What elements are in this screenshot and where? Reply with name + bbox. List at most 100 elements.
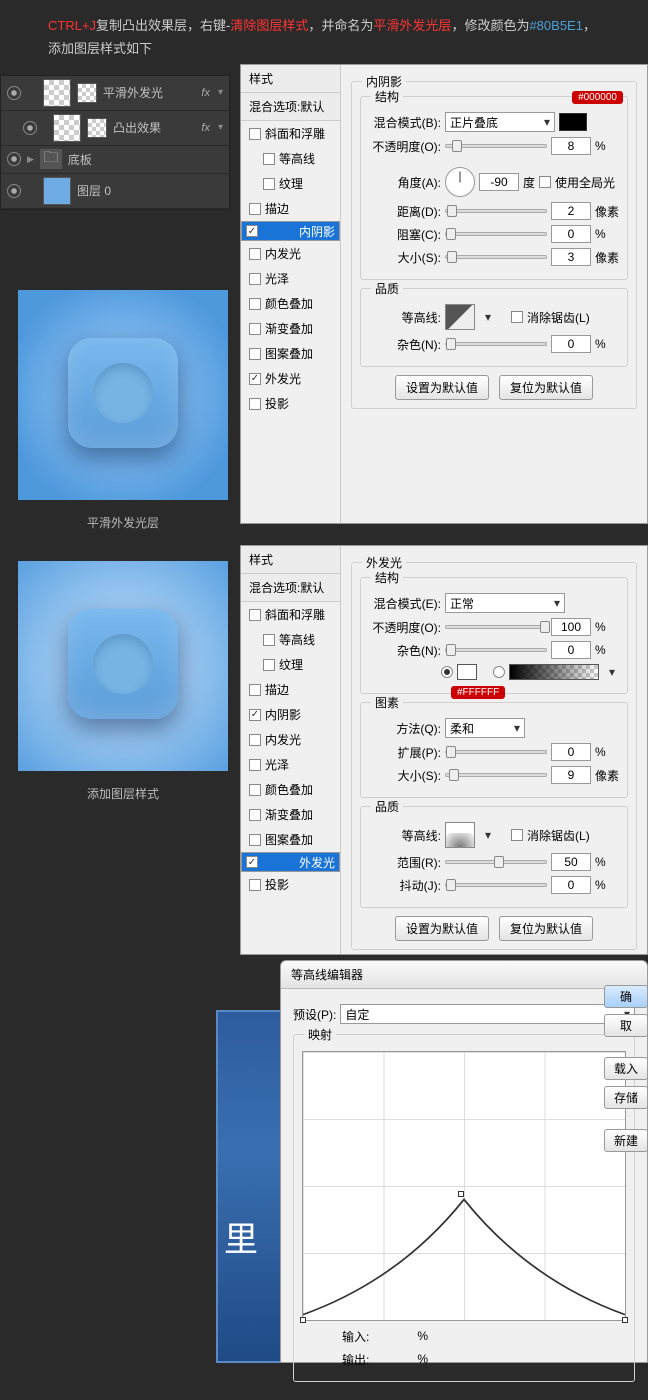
style-item-bevel[interactable]: 斜面和浮雕 (241, 121, 340, 146)
gradient-radio[interactable] (493, 666, 505, 678)
style-item-drop-shadow[interactable]: 投影 (241, 391, 340, 416)
style-item-texture[interactable]: 纹理 (241, 652, 340, 677)
choke-slider[interactable] (445, 232, 547, 236)
load-button[interactable]: 载入 (604, 1057, 648, 1080)
opacity-slider[interactable] (445, 144, 547, 148)
style-item-gradient-overlay[interactable]: 渐变叠加 (241, 316, 340, 341)
layer-row[interactable]: ▶ 底板 (1, 146, 229, 174)
style-item-stroke[interactable]: 描边 (241, 677, 340, 702)
checkbox[interactable] (249, 373, 261, 385)
make-default-button[interactable]: 设置为默认值 (395, 916, 489, 941)
angle-input[interactable]: -90 (479, 173, 519, 191)
style-item-satin[interactable]: 光泽 (241, 752, 340, 777)
checkbox[interactable] (249, 323, 261, 335)
checkbox[interactable] (249, 203, 261, 215)
style-item-pattern-overlay[interactable]: 图案叠加 (241, 827, 340, 852)
spread-slider[interactable] (445, 750, 547, 754)
style-item-satin[interactable]: 光泽 (241, 266, 340, 291)
glow-color-swatch[interactable] (457, 664, 477, 680)
size-slider[interactable] (445, 255, 547, 259)
opacity-input[interactable]: 8 (551, 137, 591, 155)
dropdown-icon[interactable] (479, 310, 491, 324)
distance-input[interactable]: 2 (551, 202, 591, 220)
layer-row[interactable]: 图层 0 (1, 174, 229, 209)
color-swatch[interactable] (559, 113, 587, 131)
spread-input[interactable]: 0 (551, 743, 591, 761)
checkbox[interactable] (263, 178, 275, 190)
style-item-outer-glow[interactable]: 外发光 (241, 852, 340, 872)
curve-point[interactable] (300, 1317, 306, 1323)
style-item-pattern-overlay[interactable]: 图案叠加 (241, 341, 340, 366)
style-item-color-overlay[interactable]: 颜色叠加 (241, 777, 340, 802)
distance-slider[interactable] (445, 209, 547, 213)
noise-slider[interactable] (445, 648, 547, 652)
visibility-icon[interactable] (7, 184, 21, 198)
color-radio[interactable] (441, 666, 453, 678)
technique-select[interactable]: 柔和 (445, 718, 525, 738)
curve-point[interactable] (458, 1191, 464, 1197)
antialias-checkbox[interactable] (511, 311, 523, 323)
checkbox[interactable] (249, 273, 261, 285)
style-item-inner-glow[interactable]: 内发光 (241, 727, 340, 752)
style-item-inner-glow[interactable]: 内发光 (241, 241, 340, 266)
range-slider[interactable] (445, 860, 547, 864)
chevron-down-icon[interactable]: ▾ (218, 87, 223, 98)
noise-input[interactable]: 0 (551, 335, 591, 353)
curve-point[interactable] (622, 1317, 628, 1323)
checkbox[interactable] (249, 248, 261, 260)
global-light-checkbox[interactable] (539, 176, 551, 188)
glow-gradient-swatch[interactable] (509, 664, 599, 680)
reset-default-button[interactable]: 复位为默认值 (499, 916, 593, 941)
style-item-contour[interactable]: 等高线 (241, 627, 340, 652)
checkbox[interactable] (249, 348, 261, 360)
style-item-drop-shadow[interactable]: 投影 (241, 872, 340, 897)
size-input[interactable]: 9 (551, 766, 591, 784)
reset-default-button[interactable]: 复位为默认值 (499, 375, 593, 400)
style-item-inner-shadow[interactable]: 内阴影 (241, 221, 340, 241)
layer-row[interactable]: 平滑外发光 fx ▾ (1, 76, 229, 111)
style-item-contour[interactable]: 等高线 (241, 146, 340, 171)
fx-indicator[interactable]: fx (201, 87, 210, 99)
noise-slider[interactable] (445, 342, 547, 346)
visibility-icon[interactable] (23, 121, 37, 135)
new-button[interactable]: 新建 (604, 1129, 648, 1152)
visibility-icon[interactable] (7, 86, 21, 100)
style-item-outer-glow[interactable]: 外发光 (241, 366, 340, 391)
ok-button[interactable]: 确 (604, 985, 648, 1008)
style-item-gradient-overlay[interactable]: 渐变叠加 (241, 802, 340, 827)
fx-indicator[interactable]: fx (201, 122, 210, 134)
checkbox[interactable] (249, 128, 261, 140)
blend-options-header[interactable]: 混合选项:默认 (241, 574, 340, 602)
style-item-color-overlay[interactable]: 颜色叠加 (241, 291, 340, 316)
cancel-button[interactable]: 取 (604, 1014, 648, 1037)
jitter-slider[interactable] (445, 883, 547, 887)
make-default-button[interactable]: 设置为默认值 (395, 375, 489, 400)
preset-select[interactable]: 自定 (340, 1004, 635, 1024)
style-item-inner-shadow[interactable]: 内阴影 (241, 702, 340, 727)
size-input[interactable]: 3 (551, 248, 591, 266)
checkbox[interactable] (263, 153, 275, 165)
output-value[interactable] (373, 1350, 413, 1368)
layer-row[interactable]: 凸出效果 fx ▾ (1, 111, 229, 146)
range-input[interactable]: 50 (551, 853, 591, 871)
opacity-slider[interactable] (445, 625, 547, 629)
triangle-right-icon[interactable]: ▶ (27, 154, 34, 165)
checkbox[interactable] (249, 298, 261, 310)
chevron-down-icon[interactable]: ▾ (218, 122, 223, 133)
style-item-stroke[interactable]: 描边 (241, 196, 340, 221)
input-value[interactable] (373, 1327, 413, 1345)
checkbox[interactable] (246, 225, 258, 237)
checkbox[interactable] (249, 398, 261, 410)
style-item-texture[interactable]: 纹理 (241, 171, 340, 196)
size-slider[interactable] (445, 773, 547, 777)
noise-input[interactable]: 0 (551, 641, 591, 659)
save-button[interactable]: 存储 (604, 1086, 648, 1109)
blend-mode-select[interactable]: 正片叠底 (445, 112, 555, 132)
blend-options-header[interactable]: 混合选项:默认 (241, 93, 340, 121)
choke-input[interactable]: 0 (551, 225, 591, 243)
curve-canvas[interactable] (302, 1051, 626, 1321)
contour-picker[interactable] (445, 822, 475, 848)
jitter-input[interactable]: 0 (551, 876, 591, 894)
opacity-input[interactable]: 100 (551, 618, 591, 636)
blend-mode-select[interactable]: 正常 (445, 593, 565, 613)
